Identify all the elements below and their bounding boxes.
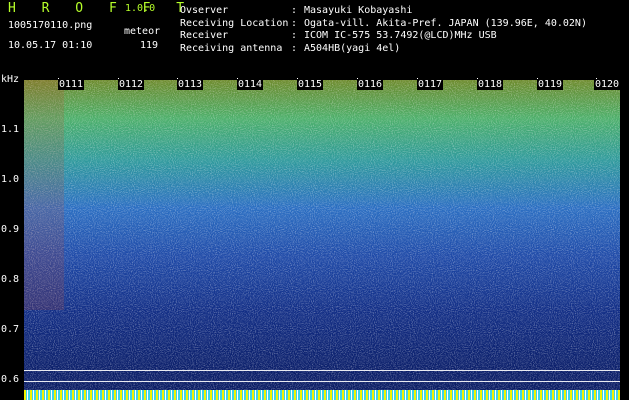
spectrogram-image bbox=[24, 80, 620, 400]
capture-type: meteor bbox=[124, 26, 161, 37]
info-location: Receiving Location: Ogata-vill. Akita-Pre… bbox=[180, 17, 587, 29]
y-tick-label: 0.9 bbox=[1, 224, 20, 235]
y-tick-label: 0.7 bbox=[1, 324, 20, 335]
reference-line bbox=[24, 370, 620, 371]
x-tick-label: 0120 bbox=[594, 79, 621, 90]
info-antenna: Receiving antenna: A504HB(yagi 4el) bbox=[180, 42, 401, 54]
x-tick-label: 0118 bbox=[477, 79, 504, 90]
header-panel: H R O F F T 1.0.0 1005170110.png meteor … bbox=[0, 0, 629, 78]
x-tick-label: 0113 bbox=[177, 79, 204, 90]
x-tick-label: 0119 bbox=[537, 79, 564, 90]
info-receiver: Receiver: ICOM IC-575 53.7492(@LCD)MHz US… bbox=[180, 30, 497, 42]
bottom-intensity-bar bbox=[24, 390, 620, 400]
info-observer: Ovserver: Masayuki Kobayashi bbox=[180, 5, 413, 16]
station-info: Ovserver: Masayuki Kobayashi Receiving Lo… bbox=[180, 5, 587, 55]
x-tick-label: 0111 bbox=[58, 79, 85, 90]
spectrogram-plot bbox=[24, 80, 620, 400]
y-axis-unit: kHz bbox=[1, 74, 20, 85]
x-tick-label: 0112 bbox=[118, 79, 145, 90]
x-tick-label: 0115 bbox=[297, 79, 324, 90]
reference-line bbox=[24, 381, 620, 382]
capture-datetime: 10.05.17 01:10 bbox=[8, 40, 93, 51]
app-version: 1.0.0 bbox=[125, 3, 156, 14]
x-tick-label: 0117 bbox=[417, 79, 444, 90]
x-tick-label: 0116 bbox=[357, 79, 384, 90]
y-tick-label: 0.8 bbox=[1, 274, 20, 285]
app-title: H R O F F T bbox=[8, 1, 194, 16]
capture-filename: 1005170110.png bbox=[8, 20, 93, 31]
y-tick-label: 1.0 bbox=[1, 174, 20, 185]
y-tick-label: 1.1 bbox=[1, 124, 20, 135]
y-tick-label: 0.6 bbox=[1, 374, 20, 385]
x-tick-label: 0114 bbox=[237, 79, 264, 90]
capture-count: 119 bbox=[140, 40, 159, 51]
